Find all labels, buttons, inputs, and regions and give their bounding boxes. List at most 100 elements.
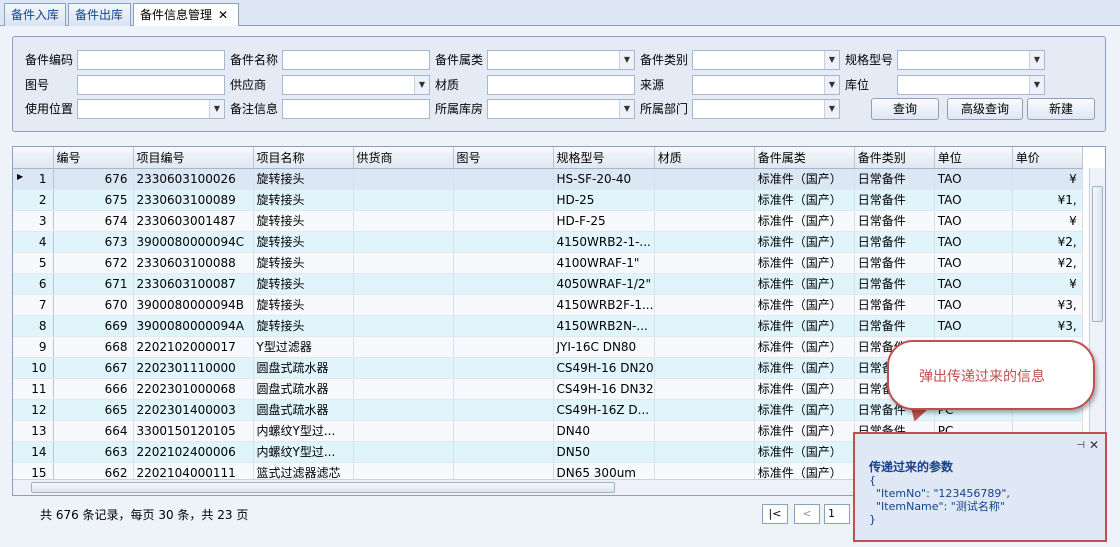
first-page-button[interactable]: |< bbox=[762, 504, 788, 524]
unit-cell[interactable]: TAO bbox=[934, 315, 1013, 337]
item-name-cell[interactable]: 旋转接头 bbox=[253, 252, 354, 274]
id-cell[interactable]: 666 bbox=[53, 378, 134, 400]
item-name-cell[interactable]: 旋转接头 bbox=[253, 273, 354, 295]
item-name-cell[interactable]: 旋转接头 bbox=[253, 168, 354, 190]
price-cell[interactable]: ¥ bbox=[1012, 210, 1083, 232]
row-indicator[interactable]: 12 bbox=[13, 399, 54, 421]
material-cell[interactable] bbox=[654, 210, 755, 232]
supplier-cell[interactable] bbox=[353, 273, 454, 295]
supplier-cell[interactable] bbox=[353, 210, 454, 232]
spec-cell[interactable]: CS49H-16 DN20 bbox=[553, 357, 655, 379]
row-indicator[interactable]: 2 bbox=[13, 189, 54, 211]
row-indicator[interactable]: 11 bbox=[13, 378, 54, 400]
drawing-no-cell[interactable] bbox=[453, 441, 554, 463]
attr-cell[interactable]: 标准件（国产） bbox=[754, 441, 855, 463]
id-cell[interactable]: 675 bbox=[53, 189, 134, 211]
category-cell[interactable]: 日常备件 bbox=[854, 273, 935, 295]
attr-cell[interactable]: 标准件（国产） bbox=[754, 294, 855, 316]
category-cell[interactable]: 日常备件 bbox=[854, 315, 935, 337]
column-header[interactable]: 单位 bbox=[934, 147, 1013, 169]
item-code-cell[interactable]: 3300150120105 bbox=[133, 420, 254, 442]
remark-input[interactable] bbox=[282, 99, 430, 119]
warehouse-select[interactable]: ▼ bbox=[487, 99, 635, 119]
attr-cell[interactable]: 标准件（国产） bbox=[754, 273, 855, 295]
attr-cell[interactable]: 标准件（国产） bbox=[754, 357, 855, 379]
attr-cell[interactable]: 标准件（国产） bbox=[754, 210, 855, 232]
prev-page-button[interactable]: < bbox=[794, 504, 820, 524]
column-header[interactable]: 编号 bbox=[53, 147, 134, 169]
part-category-select[interactable]: ▼ bbox=[692, 50, 840, 70]
chevron-down-icon[interactable]: ▼ bbox=[824, 100, 839, 118]
source-select[interactable]: ▼ bbox=[692, 75, 840, 95]
chevron-down-icon[interactable]: ▼ bbox=[619, 100, 634, 118]
drawing-no-cell[interactable] bbox=[453, 357, 554, 379]
tab-parts-inbound[interactable]: 备件入库 bbox=[4, 3, 66, 26]
supplier-cell[interactable] bbox=[353, 441, 454, 463]
drawing-no-cell[interactable] bbox=[453, 168, 554, 190]
spec-model-select[interactable]: ▼ bbox=[897, 50, 1045, 70]
material-cell[interactable] bbox=[654, 420, 755, 442]
row-indicator[interactable]: 8 bbox=[13, 315, 54, 337]
spec-cell[interactable]: 4150WRB2F-1... bbox=[553, 294, 655, 316]
material-cell[interactable] bbox=[654, 399, 755, 421]
item-code-cell[interactable]: 3900080000094C bbox=[133, 231, 254, 253]
category-cell[interactable]: 日常备件 bbox=[854, 252, 935, 274]
material-cell[interactable] bbox=[654, 273, 755, 295]
category-cell[interactable]: 日常备件 bbox=[854, 189, 935, 211]
material-cell[interactable] bbox=[654, 189, 755, 211]
drawing-no-cell[interactable] bbox=[453, 378, 554, 400]
table-row[interactable]: 2 675 2330603100089 旋转接头 HD-25 标准件（国产） 日常备件 TAO… bbox=[13, 189, 1083, 211]
table-row[interactable]: 8 669 3900080000094A 旋转接头 4150WRB2N-... 标准件（国… bbox=[13, 315, 1083, 337]
item-code-cell[interactable]: 2330603100026 bbox=[133, 168, 254, 190]
supplier-cell[interactable] bbox=[353, 252, 454, 274]
id-cell[interactable]: 663 bbox=[53, 441, 134, 463]
table-row[interactable]: 5 672 2330603100088 旋转接头 4100WRAF-1" 标准件（国产）日… bbox=[13, 252, 1083, 274]
drawing-no-cell[interactable] bbox=[453, 252, 554, 274]
id-cell[interactable]: 673 bbox=[53, 231, 134, 253]
chevron-down-icon[interactable]: ▼ bbox=[414, 76, 429, 94]
item-name-cell[interactable]: 旋转接头 bbox=[253, 231, 354, 253]
price-cell[interactable]: ¥1, bbox=[1012, 189, 1083, 211]
item-code-cell[interactable]: 2330603100088 bbox=[133, 252, 254, 274]
item-name-cell[interactable]: 内螺纹Y型过... bbox=[253, 420, 354, 442]
category-cell[interactable]: 日常备件 bbox=[854, 168, 935, 190]
location-select[interactable]: ▼ bbox=[897, 75, 1045, 95]
item-code-cell[interactable]: 2202102000017 bbox=[133, 336, 254, 358]
supplier-cell[interactable] bbox=[353, 357, 454, 379]
drawing-no-cell[interactable] bbox=[453, 399, 554, 421]
category-cell[interactable]: 日常备件 bbox=[854, 210, 935, 232]
spec-cell[interactable]: 4050WRAF-1/2" bbox=[553, 273, 655, 295]
row-indicator[interactable]: 5 bbox=[13, 252, 54, 274]
department-select[interactable]: ▼ bbox=[692, 99, 840, 119]
material-cell[interactable] bbox=[654, 294, 755, 316]
row-indicator[interactable]: 10 bbox=[13, 357, 54, 379]
item-name-cell[interactable]: 圆盘式疏水器 bbox=[253, 357, 354, 379]
item-name-cell[interactable]: 旋转接头 bbox=[253, 315, 354, 337]
part-name-input[interactable] bbox=[282, 50, 430, 70]
scroll-thumb[interactable] bbox=[31, 482, 615, 493]
material-input[interactable] bbox=[487, 75, 635, 95]
drawing-no-cell[interactable] bbox=[453, 336, 554, 358]
price-cell[interactable]: ¥2, bbox=[1012, 252, 1083, 274]
unit-cell[interactable]: TAO bbox=[934, 168, 1013, 190]
drawing-no-cell[interactable] bbox=[453, 189, 554, 211]
column-header[interactable]: 图号 bbox=[453, 147, 554, 169]
item-name-cell[interactable]: 旋转接头 bbox=[253, 294, 354, 316]
chevron-down-icon[interactable]: ▼ bbox=[619, 51, 634, 69]
table-row[interactable]: ▶ 1 676 2330603100026 旋转接头 HS-SF-20-40 标准件（国产）… bbox=[13, 168, 1083, 190]
column-header[interactable]: 项目编号 bbox=[133, 147, 254, 169]
spec-cell[interactable]: 4150WRB2-1-... bbox=[553, 231, 655, 253]
attr-cell[interactable]: 标准件（国产） bbox=[754, 231, 855, 253]
item-code-cell[interactable]: 2202102400006 bbox=[133, 441, 254, 463]
item-code-cell[interactable]: 2202301000068 bbox=[133, 378, 254, 400]
part-attr-select[interactable]: ▼ bbox=[487, 50, 635, 70]
spec-cell[interactable]: CS49H-16 DN32 bbox=[553, 378, 655, 400]
attr-cell[interactable]: 标准件（国产） bbox=[754, 399, 855, 421]
material-cell[interactable] bbox=[654, 252, 755, 274]
item-code-cell[interactable]: 3900080000094B bbox=[133, 294, 254, 316]
column-header[interactable]: 单价 bbox=[1012, 147, 1083, 169]
part-code-input[interactable] bbox=[77, 50, 225, 70]
id-cell[interactable]: 671 bbox=[53, 273, 134, 295]
chevron-down-icon[interactable]: ▼ bbox=[1029, 51, 1044, 69]
attr-cell[interactable]: 标准件（国产） bbox=[754, 252, 855, 274]
